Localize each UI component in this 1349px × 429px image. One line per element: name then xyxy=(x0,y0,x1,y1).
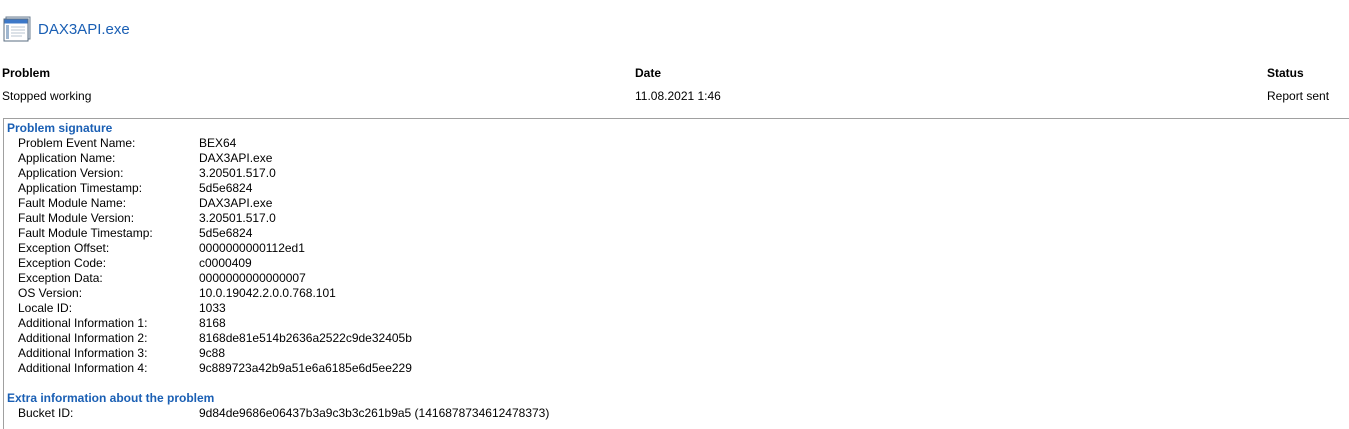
signature-label: Application Version: xyxy=(18,166,124,180)
app-title: DAX3API.exe xyxy=(38,20,130,38)
signature-value: 3.20501.517.0 xyxy=(199,166,276,180)
signature-value: 0000000000112ed1 xyxy=(199,241,305,255)
signature-label: Fault Module Name: xyxy=(18,196,127,210)
problem-value: Stopped working xyxy=(2,89,92,103)
signature-label: Additional Information 2: xyxy=(18,331,148,345)
signature-value: 5d5e6824 xyxy=(199,181,253,195)
signature-value: 9c88 xyxy=(199,346,226,360)
problem-details-panel: Problem signature Problem Event Name: BE… xyxy=(3,118,1349,429)
status-column-header: Status xyxy=(1267,66,1304,80)
signature-value: 9c889723a42b9a51e6a6185e6d5ee229 xyxy=(199,361,412,375)
signature-label: Additional Information 1: xyxy=(18,316,148,330)
signature-label: Problem Event Name: xyxy=(18,136,136,150)
signature-label: Exception Offset: xyxy=(18,241,110,255)
signature-value: DAX3API.exe xyxy=(199,196,273,210)
signature-label: Locale ID: xyxy=(18,301,73,315)
signature-label: Additional Information 4: xyxy=(18,361,148,375)
date-column-header: Date xyxy=(635,66,662,80)
signature-value: 8168 xyxy=(199,316,226,330)
signature-value: BEX64 xyxy=(199,136,237,150)
signature-value: 1033 xyxy=(199,301,226,315)
problem-signature-heading: Problem signature xyxy=(7,121,113,135)
status-value: Report sent xyxy=(1267,89,1330,103)
extra-information-heading: Extra information about the problem xyxy=(7,391,215,405)
signature-value: c0000409 xyxy=(199,256,252,270)
app-header: DAX3API.exe xyxy=(2,14,130,44)
signature-label: Additional Information 3: xyxy=(18,346,148,360)
signature-label: Fault Module Version: xyxy=(18,211,135,225)
signature-value: 0000000000000007 xyxy=(199,271,306,285)
extra-info-value: 9d84de9686e06437b3a9c3b3c261b9a5 (141687… xyxy=(199,406,550,420)
signature-label: OS Version: xyxy=(18,286,83,300)
signature-label: Fault Module Timestamp: xyxy=(18,226,153,240)
signature-value: 10.0.19042.2.0.0.768.101 xyxy=(199,286,336,300)
signature-label: Exception Code: xyxy=(18,256,107,270)
signature-value: 8168de81e514b2636a2522c9de32405b xyxy=(199,331,412,345)
problem-column-header: Problem xyxy=(2,66,51,80)
signature-value: 5d5e6824 xyxy=(199,226,253,240)
application-window-icon xyxy=(3,16,31,42)
signature-value: DAX3API.exe xyxy=(199,151,273,165)
extra-info-label: Bucket ID: xyxy=(18,406,74,420)
date-value: 11.08.2021 1:46 xyxy=(635,89,721,103)
signature-label: Application Name: xyxy=(18,151,116,165)
signature-label: Application Timestamp: xyxy=(18,181,143,195)
signature-label: Exception Data: xyxy=(18,271,103,285)
signature-value: 3.20501.517.0 xyxy=(199,211,276,225)
